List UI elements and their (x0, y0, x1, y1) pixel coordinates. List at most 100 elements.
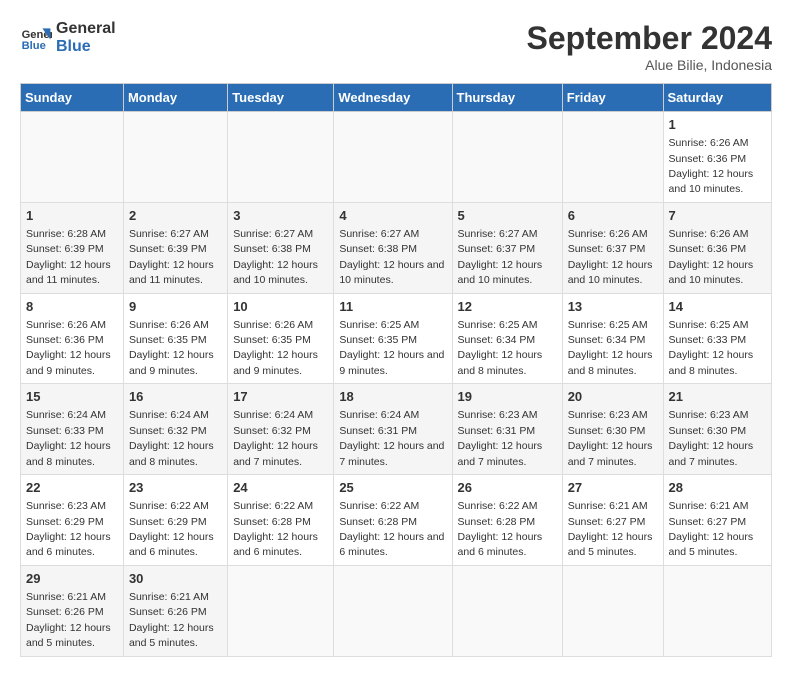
calendar-cell: 14 Sunrise: 6:25 AMSunset: 6:33 PMDayligh… (663, 293, 771, 384)
day-number: 2 (129, 207, 222, 225)
calendar-cell: 12 Sunrise: 6:25 AMSunset: 6:34 PMDayligh… (452, 293, 562, 384)
calendar-week-row: 1 Sunrise: 6:28 AMSunset: 6:39 PMDaylight… (21, 202, 772, 293)
day-number: 27 (568, 479, 658, 497)
day-header-sunday: Sunday (21, 84, 124, 112)
calendar-cell: 8 Sunrise: 6:26 AMSunset: 6:36 PMDaylight… (21, 293, 124, 384)
calendar-week-row: 29 Sunrise: 6:21 AMSunset: 6:26 PMDayligh… (21, 565, 772, 656)
calendar-cell: 9Sunrise: 6:26 AMSunset: 6:35 PMDaylight… (123, 293, 227, 384)
calendar-cell: 23 Sunrise: 6:22 AMSunset: 6:29 PMDayligh… (123, 475, 227, 566)
day-details: Sunrise: 6:27 AMSunset: 6:38 PMDaylight:… (339, 228, 444, 286)
day-number: 12 (458, 298, 557, 316)
day-number: 16 (129, 388, 222, 406)
day-details: Sunrise: 6:23 AMSunset: 6:30 PMDaylight:… (669, 409, 754, 467)
day-details: Sunrise: 6:25 AMSunset: 6:33 PMDaylight:… (669, 319, 754, 377)
calendar-table: SundayMondayTuesdayWednesdayThursdayFrid… (20, 83, 772, 657)
day-details: Sunrise: 6:26 AMSunset: 6:36 PMDaylight:… (669, 137, 754, 195)
calendar-cell: 11 Sunrise: 6:25 AMSunset: 6:35 PMDayligh… (334, 293, 452, 384)
day-number: 28 (669, 479, 766, 497)
calendar-cell: 5 Sunrise: 6:27 AMSunset: 6:37 PMDaylight… (452, 202, 562, 293)
logo-line2: Blue (56, 38, 116, 56)
calendar-cell (452, 565, 562, 656)
calendar-cell: 6Sunrise: 6:26 AMSunset: 6:37 PMDaylight… (562, 202, 663, 293)
day-number: 1 (669, 116, 766, 134)
calendar-week-row: 1 Sunrise: 6:26 AMSunset: 6:36 PMDaylight… (21, 112, 772, 203)
calendar-cell: 3 Sunrise: 6:27 AMSunset: 6:38 PMDaylight… (228, 202, 334, 293)
day-number: 22 (26, 479, 118, 497)
day-details: Sunrise: 6:27 AMSunset: 6:39 PMDaylight:… (129, 228, 214, 286)
svg-text:Blue: Blue (22, 40, 46, 52)
calendar-cell (562, 112, 663, 203)
day-number: 1 (26, 207, 118, 225)
calendar-week-row: 22 Sunrise: 6:23 AMSunset: 6:29 PMDayligh… (21, 475, 772, 566)
calendar-cell: 26 Sunrise: 6:22 AMSunset: 6:28 PMDayligh… (452, 475, 562, 566)
day-number: 19 (458, 388, 557, 406)
day-header-friday: Friday (562, 84, 663, 112)
day-details: Sunrise: 6:22 AMSunset: 6:28 PMDaylight:… (458, 500, 543, 558)
day-details: Sunrise: 6:26 AMSunset: 6:36 PMDaylight:… (26, 319, 111, 377)
day-number: 8 (26, 298, 118, 316)
calendar-cell: 1 Sunrise: 6:28 AMSunset: 6:39 PMDaylight… (21, 202, 124, 293)
day-details: Sunrise: 6:21 AMSunset: 6:26 PMDaylight:… (26, 591, 111, 649)
day-number: 24 (233, 479, 328, 497)
calendar-cell (663, 565, 771, 656)
calendar-cell: 2 Sunrise: 6:27 AMSunset: 6:39 PMDaylight… (123, 202, 227, 293)
day-details: Sunrise: 6:27 AMSunset: 6:38 PMDaylight:… (233, 228, 318, 286)
calendar-cell: 15Sunrise: 6:24 AMSunset: 6:33 PMDayligh… (21, 384, 124, 475)
calendar-header-row: SundayMondayTuesdayWednesdayThursdayFrid… (21, 84, 772, 112)
day-number: 20 (568, 388, 658, 406)
day-details: Sunrise: 6:25 AMSunset: 6:35 PMDaylight:… (339, 319, 444, 377)
day-details: Sunrise: 6:23 AMSunset: 6:31 PMDaylight:… (458, 409, 543, 467)
calendar-cell (334, 565, 452, 656)
month-title: September 2024 (527, 20, 772, 57)
day-number: 18 (339, 388, 446, 406)
logo-line1: General (56, 20, 116, 38)
calendar-cell: 18 Sunrise: 6:24 AMSunset: 6:31 PMDayligh… (334, 384, 452, 475)
calendar-cell (123, 112, 227, 203)
day-number: 3 (233, 207, 328, 225)
day-details: Sunrise: 6:21 AMSunset: 6:27 PMDaylight:… (568, 500, 653, 558)
day-details: Sunrise: 6:25 AMSunset: 6:34 PMDaylight:… (458, 319, 543, 377)
day-details: Sunrise: 6:25 AMSunset: 6:34 PMDaylight:… (568, 319, 653, 377)
day-details: Sunrise: 6:28 AMSunset: 6:39 PMDaylight:… (26, 228, 111, 286)
logo: General Blue General Blue (20, 20, 116, 55)
day-number: 11 (339, 298, 446, 316)
day-details: Sunrise: 6:22 AMSunset: 6:29 PMDaylight:… (129, 500, 214, 558)
location-subtitle: Alue Bilie, Indonesia (527, 57, 772, 73)
day-number: 13 (568, 298, 658, 316)
day-details: Sunrise: 6:21 AMSunset: 6:26 PMDaylight:… (129, 591, 214, 649)
day-number: 21 (669, 388, 766, 406)
calendar-cell: 27 Sunrise: 6:21 AMSunset: 6:27 PMDayligh… (562, 475, 663, 566)
calendar-cell: 30 Sunrise: 6:21 AMSunset: 6:26 PMDayligh… (123, 565, 227, 656)
day-details: Sunrise: 6:23 AMSunset: 6:29 PMDaylight:… (26, 500, 111, 558)
calendar-cell (21, 112, 124, 203)
calendar-cell: 21 Sunrise: 6:23 AMSunset: 6:30 PMDayligh… (663, 384, 771, 475)
calendar-cell (228, 565, 334, 656)
day-number: 26 (458, 479, 557, 497)
calendar-cell: 28 Sunrise: 6:21 AMSunset: 6:27 PMDayligh… (663, 475, 771, 566)
day-number: 17 (233, 388, 328, 406)
day-number: 14 (669, 298, 766, 316)
calendar-cell: 22 Sunrise: 6:23 AMSunset: 6:29 PMDayligh… (21, 475, 124, 566)
calendar-cell: 24 Sunrise: 6:22 AMSunset: 6:28 PMDayligh… (228, 475, 334, 566)
day-details: Sunrise: 6:26 AMSunset: 6:35 PMDaylight:… (233, 319, 318, 377)
calendar-cell: 25Sunrise: 6:22 AMSunset: 6:28 PMDayligh… (334, 475, 452, 566)
day-details: Sunrise: 6:23 AMSunset: 6:30 PMDaylight:… (568, 409, 653, 467)
calendar-cell: 19 Sunrise: 6:23 AMSunset: 6:31 PMDayligh… (452, 384, 562, 475)
day-number: 23 (129, 479, 222, 497)
day-details: Sunrise: 6:22 AMSunset: 6:28 PMDaylight:… (233, 500, 318, 558)
calendar-cell (334, 112, 452, 203)
calendar-cell: 16Sunrise: 6:24 AMSunset: 6:32 PMDayligh… (123, 384, 227, 475)
day-details: Sunrise: 6:24 AMSunset: 6:32 PMDaylight:… (233, 409, 318, 467)
calendar-cell: 10Sunrise: 6:26 AMSunset: 6:35 PMDayligh… (228, 293, 334, 384)
calendar-cell: 17 Sunrise: 6:24 AMSunset: 6:32 PMDayligh… (228, 384, 334, 475)
day-number: 5 (458, 207, 557, 225)
day-details: Sunrise: 6:21 AMSunset: 6:27 PMDaylight:… (669, 500, 754, 558)
day-details: Sunrise: 6:26 AMSunset: 6:37 PMDaylight:… (568, 228, 653, 286)
day-number: 30 (129, 570, 222, 588)
calendar-cell (228, 112, 334, 203)
calendar-cell: 1 Sunrise: 6:26 AMSunset: 6:36 PMDaylight… (663, 112, 771, 203)
day-details: Sunrise: 6:27 AMSunset: 6:37 PMDaylight:… (458, 228, 543, 286)
day-details: Sunrise: 6:26 AMSunset: 6:35 PMDaylight:… (129, 319, 214, 377)
day-details: Sunrise: 6:24 AMSunset: 6:31 PMDaylight:… (339, 409, 444, 467)
day-number: 29 (26, 570, 118, 588)
